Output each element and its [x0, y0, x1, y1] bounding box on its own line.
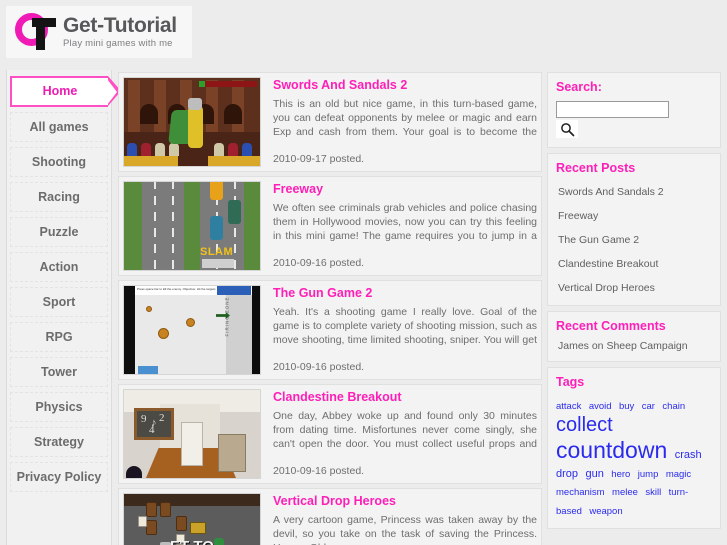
tag-link[interactable]: crash [675, 449, 702, 461]
tag-link[interactable]: collect [556, 414, 613, 436]
recent-posts-widget: Recent Posts Swords And Sandals 2 Freeway… [547, 153, 721, 306]
search-button[interactable] [556, 120, 578, 138]
post-title-link[interactable]: Freeway [273, 182, 537, 196]
recent-comments-title: Recent Comments [556, 319, 666, 333]
post-body: Clandestine Breakout One day, Abbey woke … [261, 389, 537, 479]
post-excerpt: A very cartoon game, Princess was taken … [273, 514, 537, 545]
recent-posts-list: Swords And Sandals 2 Freeway The Gun Game … [556, 182, 712, 296]
post-body: Freeway We often see criminals grab vehic… [261, 181, 537, 271]
list-item: Clandestine Breakout [558, 254, 712, 272]
vertical-drop-heroes-thumbnail[interactable]: ET TOTHE EXIT [123, 493, 261, 545]
sidebar-item-home[interactable]: Home [10, 76, 121, 107]
post-title-link[interactable]: Swords And Sandals 2 [273, 78, 537, 92]
the-gun-game-2-thumbnail[interactable]: Press space bar to kill the enemy. Objec… [123, 285, 261, 375]
recent-post-link[interactable]: Clandestine Breakout [558, 258, 658, 270]
sidebar-nav: Home All games Shooting Racing Puzzle Action S… [6, 70, 121, 545]
post-item: Swords And Sandals 2 This is an old but n… [118, 72, 542, 172]
logo-t-vertical-shape [36, 18, 45, 50]
sidebar-item-racing[interactable]: Racing [10, 182, 108, 212]
list-item: The Gun Game 2 [558, 230, 712, 248]
site-title: Get-Tutorial [63, 14, 177, 38]
recent-post-link[interactable]: Swords And Sandals 2 [558, 186, 664, 198]
post-title-link[interactable]: The Gun Game 2 [273, 286, 537, 300]
logo-circle-t-icon[interactable] [14, 10, 58, 54]
sidebar-item-tower[interactable]: Tower [10, 357, 108, 387]
tag-link[interactable]: mechanism [556, 487, 605, 498]
post-item: SLAM Freeway We often see criminals grab v… [118, 176, 542, 276]
recent-comments-list: James on Sheep Campaign [556, 340, 712, 352]
right-sidebar: Search: Recent Posts Swords And Sandals … [547, 72, 721, 545]
post-item: ET TOTHE EXIT Vertical Drop Heroes A very … [118, 488, 542, 545]
post-excerpt: One day, Abbey woke up and found only 30… [273, 410, 537, 451]
search-input[interactable] [556, 101, 669, 118]
post-body: Swords And Sandals 2 This is an old but n… [261, 77, 537, 167]
page-root: Get-Tutorial Play mini games with me Hom… [0, 0, 727, 545]
recent-comment-item[interactable]: James on Sheep Campaign [558, 340, 712, 352]
post-body: Vertical Drop Heroes A very cartoon game,… [261, 493, 537, 545]
clandestine-breakout-thumbnail[interactable]: 9 ♪ 2 4 [123, 389, 261, 479]
tag-link[interactable]: countdown [556, 437, 667, 463]
recent-post-link[interactable]: Freeway [558, 210, 598, 222]
tag-link[interactable]: hero [611, 469, 630, 480]
tag-link[interactable]: chain [662, 401, 685, 412]
post-title-link[interactable]: Clandestine Breakout [273, 390, 537, 404]
post-item: Press space bar to kill the enemy. Objec… [118, 280, 542, 380]
post-excerpt: We often see criminals grab vehicles and… [273, 202, 537, 243]
tags-title: Tags [556, 375, 585, 389]
post-item: 9 ♪ 2 4 Clandestine Breakout One day, Abbey w… [118, 384, 542, 484]
freeway-thumbnail[interactable]: SLAM [123, 181, 261, 271]
post-list: Swords And Sandals 2 This is an old but n… [118, 72, 542, 545]
tag-link[interactable]: drop [556, 468, 578, 480]
tag-link[interactable]: gun [585, 468, 603, 480]
list-item: Vertical Drop Heroes [558, 278, 712, 296]
site-tagline: Play mini games with me [63, 38, 173, 50]
recent-post-link[interactable]: Vertical Drop Heroes [558, 282, 655, 294]
sidebar-item-shooting[interactable]: Shooting [10, 147, 108, 177]
tag-link[interactable]: jump [638, 469, 659, 480]
tag-cloud: attack avoid buy car chain collect count… [556, 396, 712, 519]
sidebar-item-privacy-policy[interactable]: Privacy Policy [10, 462, 108, 492]
logo-text-block: Get-Tutorial Play mini games with me [63, 15, 177, 49]
post-excerpt: This is an old but nice game, in this tu… [273, 98, 537, 139]
tag-link[interactable]: melee [612, 487, 638, 498]
tag-link[interactable]: car [642, 401, 655, 412]
sidebar-item-physics[interactable]: Physics [10, 392, 108, 422]
search-widget: Search: [547, 72, 721, 148]
post-date: 2010-09-16 posted. [273, 465, 537, 477]
site-header: Get-Tutorial Play mini games with me [6, 6, 192, 58]
tag-link[interactable]: attack [556, 401, 581, 412]
tag-link[interactable]: weapon [589, 506, 622, 517]
sidebar-item-rpg[interactable]: RPG [10, 322, 108, 352]
recent-post-link[interactable]: The Gun Game 2 [558, 234, 639, 246]
sidebar-item-strategy[interactable]: Strategy [10, 427, 108, 457]
tag-link[interactable]: avoid [589, 401, 612, 412]
list-item: Freeway [558, 206, 712, 224]
sidebar-item-sport[interactable]: Sport [10, 287, 108, 317]
search-icon [560, 122, 574, 136]
post-title-link[interactable]: Vertical Drop Heroes [273, 494, 537, 508]
tag-link[interactable]: magic [666, 469, 691, 480]
recent-comments-widget: Recent Comments James on Sheep Campaign [547, 311, 721, 362]
search-widget-title: Search: [556, 80, 602, 94]
recent-posts-title: Recent Posts [556, 161, 636, 175]
list-item: Swords And Sandals 2 [558, 182, 712, 200]
tags-widget: Tags attack avoid buy car chain collect … [547, 367, 721, 529]
sidebar-item-all-games[interactable]: All games [10, 112, 108, 142]
tag-link[interactable]: buy [619, 401, 634, 412]
swords-and-sandals-2-thumbnail[interactable] [123, 77, 261, 167]
post-date: 2010-09-16 posted. [273, 361, 537, 373]
sidebar-item-puzzle[interactable]: Puzzle [10, 217, 108, 247]
post-excerpt: Yeah. It's a shooting game I really love… [273, 306, 537, 347]
tag-link[interactable]: skill [645, 487, 661, 498]
post-date: 2010-09-16 posted. [273, 257, 537, 269]
sidebar-item-action[interactable]: Action [10, 252, 108, 282]
post-date: 2010-09-17 posted. [273, 153, 537, 165]
post-body: The Gun Game 2 Yeah. It's a shooting game… [261, 285, 537, 375]
